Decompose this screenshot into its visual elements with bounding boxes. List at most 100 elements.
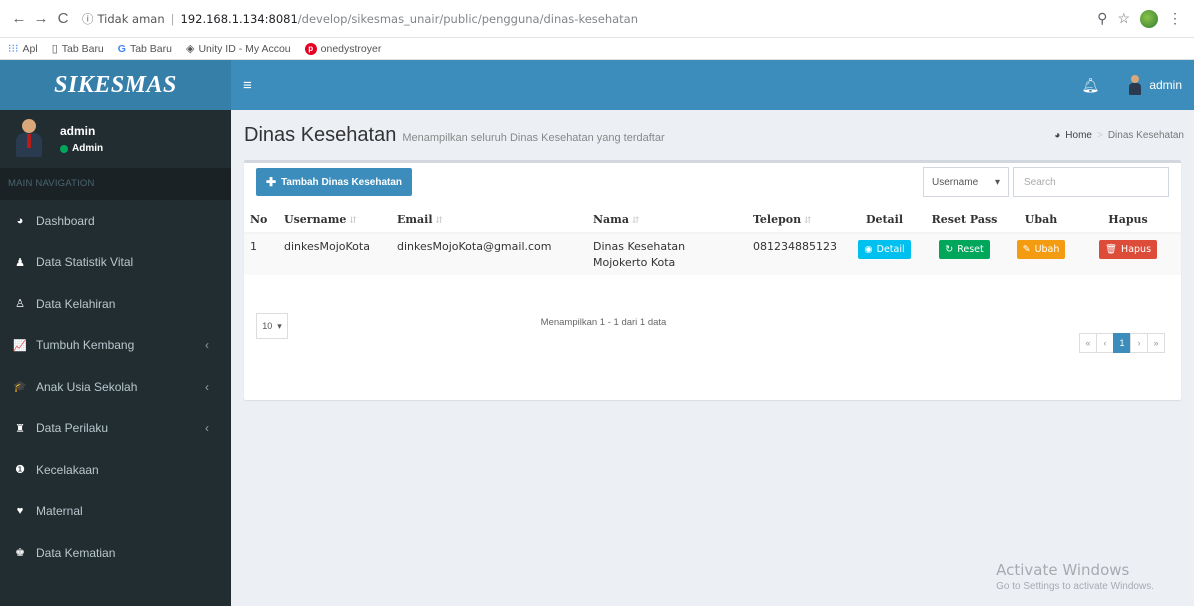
table-footer: 10 ▾ Menampilkan 1 - 1 dari 1 data « ‹ 1 … [256,313,1169,353]
dashboard-icon: ◕ [16,214,24,227]
sidebar-item-maternal[interactable]: ♥ Maternal [0,491,231,533]
caret-down-icon: ▾ [994,176,1000,188]
delete-button[interactable]: 🗑︎ Hapus [1098,240,1158,259]
menu-dots-icon[interactable]: ⋮ [1168,10,1182,27]
eye-icon: ◉ [864,244,873,255]
zoom-icon[interactable]: ⚲ [1097,10,1107,27]
notification-bell-icon[interactable]: 🔔︎ [1082,77,1100,94]
pagination-page-1[interactable]: 1 [1113,333,1131,353]
detail-button[interactable]: ◉ Detail [858,240,911,259]
heartbeat-icon: ♥ [16,505,24,518]
sidebar-item-dashboard[interactable]: ◕ Dashboard [0,200,231,242]
cell-telepon: 081234885123 [747,233,847,275]
search-input[interactable]: Search [1013,167,1169,197]
info-icon[interactable]: ⓘ [82,11,94,27]
back-icon[interactable]: ← [8,8,30,30]
sort-icon: ⇵ [435,216,444,226]
breadcrumb-current: Dinas Kesehatan [1107,130,1184,141]
column-header-no: No [244,207,278,234]
windows-activation-watermark: Activate Windows Go to Settings to activ… [996,561,1154,592]
child-icon: ♙ [15,298,25,311]
bookmark-new-tab-2[interactable]: G Tab Baru [118,43,172,55]
column-header-email[interactable]: Email ⇵ [391,207,587,234]
chevron-left-icon: ‹ [205,338,209,353]
breadcrumb: ◕ Home > Dinas Kesehatan [1054,130,1184,141]
sidebar-item-data-kelahiran[interactable]: ♙ Data Kelahiran [0,283,231,325]
page-subtitle: Menampilkan seluruh Dinas Kesehatan yang… [402,132,665,144]
pagination-next[interactable]: › [1130,333,1148,353]
google-icon: G [117,42,126,55]
apps-grid-icon: ⁝⁝⁝ [8,43,19,55]
breadcrumb-home[interactable]: Home [1065,130,1092,141]
column-header-ubah: Ubah [1007,207,1075,234]
app-logo[interactable]: SIKESMAS [0,60,231,110]
column-header-username[interactable]: Username ⇵ [278,207,391,234]
forward-icon[interactable]: → [30,8,52,30]
extension-icon[interactable] [1140,9,1158,28]
pagination-last[interactable]: » [1147,333,1165,353]
user-name: admin [60,124,96,138]
column-header-hapus: Hapus [1075,207,1181,234]
url-path: /develop/sikesmas_unair/public/pengguna/… [297,11,639,26]
column-header-detail: Detail [847,207,922,234]
sort-icon: ⇵ [349,216,357,226]
breadcrumb-separator: > [1096,130,1103,141]
bookmarks-bar: ⁝⁝⁝ Apl ▯ Tab Baru G Tab Baru ◈ Unity ID - M… [0,38,1194,60]
trash-icon: 🗑︎ [1104,244,1118,255]
add-dinas-kesehatan-button[interactable]: ✚ Tambah Dinas Kesehatan [256,168,413,196]
users-icon: ♚ [15,547,25,560]
cell-detail: ◉ Detail [847,233,922,275]
sidebar-item-data-kematian[interactable]: ♚ Data Kematian [0,532,231,574]
bookmark-new-tab-1[interactable]: ▯ Tab Baru [51,42,104,56]
avatar [16,119,42,159]
sidebar-item-data-perilaku[interactable]: ♜ Data Perilaku ‹ [0,408,231,450]
binoculars-icon: ♜ [15,422,25,435]
sort-icon: ⇵ [631,216,640,226]
pagination-first[interactable]: « [1079,333,1097,353]
bookmark-pinterest[interactable]: p onedystroyer [304,42,381,55]
chevron-left-icon: ‹ [205,421,209,436]
column-header-reset-pass: Reset Pass [922,207,1007,234]
column-header-nama[interactable]: Nama ⇵ [587,207,747,234]
bookmark-unity[interactable]: ◈ Unity ID - My Accou [186,42,291,56]
user-status: Admin [60,143,103,154]
cell-reset: ↻ Reset [922,233,1007,275]
content-header: Dinas Kesehatan Menampilkan seluruh Dina… [231,110,1194,160]
user-menu[interactable]: admin [1129,75,1182,95]
data-box: ✚ Tambah Dinas Kesehatan Username ▾ Sear… [244,160,1181,400]
page-icon: ▯ [51,43,58,55]
cell-username: dinkesMojoKota [278,233,391,275]
column-header-telepon[interactable]: Telepon ⇵ [747,207,847,234]
avatar [1129,75,1142,95]
bookmark-apps[interactable]: ⁝⁝⁝ Apl [8,42,38,56]
top-navbar: ≡ 🔔︎ admin [231,60,1194,110]
refresh-icon: ↻ [945,244,954,255]
edit-button[interactable]: ✎ Ubah [1016,240,1066,259]
dashboard-icon: ◕ [1054,130,1061,141]
sidebar-item-data-statistik-vital[interactable]: ♟ Data Statistik Vital [0,242,231,284]
reset-password-button[interactable]: ↻ Reset [939,240,990,259]
pagination-prev[interactable]: ‹ [1096,333,1114,353]
hamburger-menu-icon[interactable]: ≡ [243,77,263,94]
watermark-subtitle: Go to Settings to activate Windows. [996,581,1154,592]
line-chart-icon: 📈 [13,339,27,352]
sidebar-item-tumbuh-kembang[interactable]: 📈 Tumbuh Kembang ‹ [0,325,231,367]
address-bar[interactable]: ⓘ Tidak aman | 192.168.1.134:8081/develo… [74,6,1097,32]
page-title: Dinas Kesehatan [244,123,397,146]
pencil-icon: ✎ [1022,244,1031,255]
cell-ubah: ✎ Ubah [1007,233,1075,275]
plus-icon: ✚ [266,175,277,189]
user-panel: admin Admin [0,110,231,168]
nav-header: MAIN NAVIGATION [0,168,231,200]
online-dot-icon [60,144,68,153]
data-table: No Username ⇵ Email ⇵ Nama ⇵ Telepon ⇵ Detai… [244,207,1181,275]
cell-hapus: 🗑︎ Hapus [1075,233,1181,275]
pagination: « ‹ 1 › » [1079,333,1165,353]
search-field-select[interactable]: Username ▾ [923,167,1009,197]
per-page-select[interactable]: 10 ▾ [256,313,288,339]
bookmark-star-icon[interactable]: ☆ [1117,10,1130,27]
sidebar-item-kecelakaan[interactable]: ❶ Kecelakaan [0,449,231,491]
sidebar-item-anak-usia-sekolah[interactable]: 🎓 Anak Usia Sekolah ‹ [0,366,231,408]
caret-down-icon: ▾ [277,320,282,331]
reload-icon[interactable]: C [52,8,74,30]
